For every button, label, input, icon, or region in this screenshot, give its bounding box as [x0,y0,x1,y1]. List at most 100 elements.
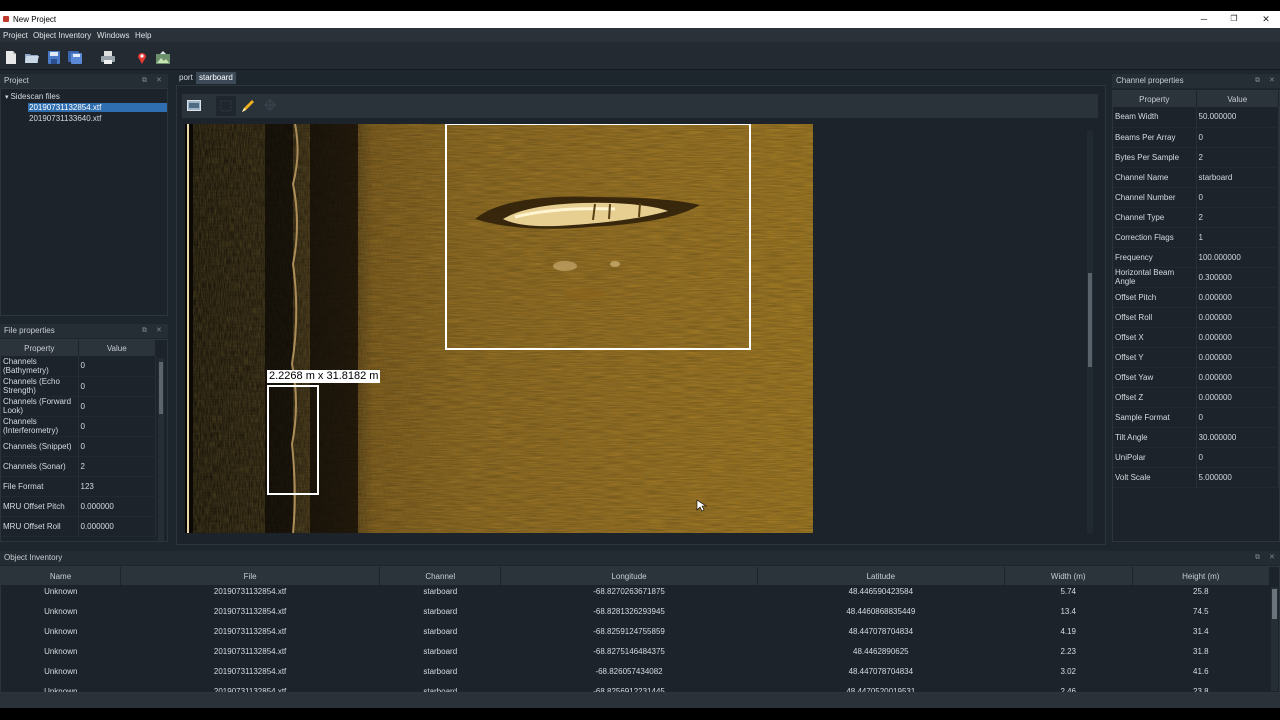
table-cell: starboard [423,687,458,693]
property-row[interactable]: Channels (Interferometry) 0 [1,416,156,437]
property-row[interactable]: Channel Type 2 [1113,207,1279,228]
property-value: 0 [1196,127,1279,148]
property-row[interactable]: Frequency 100.000000 [1113,247,1279,268]
tab-starboard[interactable]: starboard [196,72,236,84]
table-cell: Unknown [44,667,78,676]
column-header[interactable]: Name [1,567,121,585]
property-value: 30.000000 [1196,427,1279,448]
column-header-value[interactable]: Value [78,340,156,356]
property-row[interactable]: Tilt Angle 30.000000 [1113,427,1279,448]
property-row[interactable]: Channels (Bathymetry) 0 [1,356,156,377]
column-header-property[interactable]: Property [1113,91,1197,107]
property-name: Sample Format [1113,407,1197,428]
property-name: Channels (Sonar) [1,456,79,477]
property-row[interactable]: Channel Number 0 [1113,187,1279,208]
table-row[interactable]: Unknown 20190731132854.xtf starboard -68.82… [1,685,1270,693]
viewer-scrollbar[interactable] [1087,131,1093,533]
property-row[interactable]: Volt Scale 5.000000 [1113,467,1279,488]
property-value: 0 [1196,447,1279,468]
close-button[interactable]: ✕ [1259,13,1273,25]
menu-windows[interactable]: Windows [97,31,129,40]
close-icon[interactable]: ✕ [156,324,162,338]
new-file-icon[interactable] [4,51,18,64]
property-row[interactable]: Channels (Echo Strength) 0 [1,376,156,397]
move-crosshair-icon[interactable] [264,99,276,111]
project-tree: ▾ Sidescan files 20190731132854.xtf 2019… [0,88,168,316]
column-header-property[interactable]: Property [1,340,79,356]
column-header[interactable]: File [120,567,381,585]
table-cell: 25.8 [1193,587,1209,596]
column-header[interactable]: Latitude [757,567,1005,585]
close-icon[interactable]: ✕ [156,74,162,88]
close-icon[interactable]: ✕ [1269,74,1275,88]
tree-node-sidescan-files[interactable]: ▾ Sidescan files [5,92,60,101]
property-row[interactable]: Offset Roll 0.000000 [1113,307,1279,328]
print-icon[interactable] [101,51,115,64]
property-row[interactable]: Beam Width 50.000000 [1113,107,1279,128]
float-icon[interactable]: ⧉ [1255,551,1260,565]
property-row[interactable]: MRU Offset Pitch 0.000000 [1,496,156,517]
property-row[interactable]: Correction Flags 1 [1113,227,1279,248]
float-icon[interactable]: ⧉ [142,74,147,88]
table-cell: starboard [423,587,458,596]
column-header-value[interactable]: Value [1196,91,1279,107]
table-cell: 20190731132854.xtf [213,607,287,616]
object-inventory-title: Object Inventory ⧉ ✕ [0,551,1280,565]
menu-object-inventory[interactable]: Object Inventory [33,31,91,40]
property-row[interactable]: Offset Pitch 0.000000 [1113,287,1279,308]
property-value: 0 [1196,407,1279,428]
property-name: Volt Scale [1113,467,1197,488]
tree-file-2[interactable]: 20190731133640.xtf [29,114,101,123]
property-row[interactable]: Channels (Forward Look) 0 [1,396,156,417]
menu-project[interactable]: Project [3,31,28,40]
save-icon[interactable] [47,51,61,64]
tab-port[interactable]: port [176,72,196,84]
property-row[interactable]: Offset X 0.000000 [1113,327,1279,348]
table-row[interactable]: Unknown 20190731132854.xtf starboard -68.82… [1,585,1270,605]
property-row[interactable]: Offset Z 0.000000 [1113,387,1279,408]
property-row[interactable]: Channel Name starboard [1113,167,1279,188]
property-row[interactable]: Channels (Sonar) 2 [1,456,156,477]
column-header[interactable]: Width (m) [1004,567,1133,585]
menu-help[interactable]: Help [135,31,151,40]
tree-file-1[interactable]: 20190731132854.xtf [28,103,167,112]
property-row[interactable]: UniPolar 0 [1113,447,1279,468]
property-row[interactable]: Horizontal Beam Angle 0.300000 [1113,267,1279,288]
column-header[interactable]: Height (m) [1132,567,1271,585]
property-row[interactable]: Offset Yaw 0.000000 [1113,367,1279,388]
property-row[interactable]: Bytes Per Sample 2 [1113,147,1279,168]
table-row[interactable]: Unknown 20190731132854.xtf starboard -68.82… [1,625,1270,645]
float-icon[interactable]: ⧉ [142,324,147,338]
save-all-icon[interactable] [68,51,82,64]
table-cell: 74.5 [1193,607,1209,616]
table-row[interactable]: Unknown 20190731132854.xtf starboard -68.82… [1,665,1270,685]
column-header[interactable]: Channel [379,567,502,585]
float-icon[interactable]: ⧉ [1255,74,1260,88]
column-header[interactable]: Longitude [500,567,758,585]
minimize-button[interactable]: ─ [1197,13,1211,25]
sidescan-sonar-image[interactable]: 2.2268 m x 31.8182 m [185,124,813,533]
ruler-pencil-icon[interactable] [240,98,256,114]
property-row[interactable]: Beams Per Array 0 [1113,127,1279,148]
image-view-icon[interactable] [187,100,201,111]
close-icon[interactable]: ✕ [1269,551,1275,565]
scrollbar[interactable] [158,358,164,541]
property-row[interactable]: Offset Y 0.000000 [1113,347,1279,368]
select-rectangle-icon[interactable] [216,96,236,116]
table-cell: -68.8270263671875 [593,587,665,596]
open-folder-icon[interactable] [25,51,39,64]
property-row[interactable]: Sample Format 0 [1113,407,1279,428]
table-row[interactable]: Unknown 20190731132854.xtf starboard -68.82… [1,645,1270,665]
table-row[interactable]: Unknown 20190731132854.xtf starboard -68.82… [1,605,1270,625]
image-export-icon[interactable] [156,51,170,64]
maximize-button[interactable]: ❐ [1227,13,1241,25]
property-name: MRU Offset Pitch [1,496,79,517]
property-name: Channels (Snippet) [1,436,79,457]
property-row[interactable]: MRU Offset Roll 0.000000 [1,516,156,537]
table-cell: 5.74 [1060,587,1077,596]
property-row[interactable]: File Format 123 [1,476,156,497]
location-pin-icon[interactable] [135,51,149,64]
property-value: 0.300000 [1196,267,1279,288]
property-row[interactable]: Channels (Snippet) 0 [1,436,156,457]
inventory-scrollbar[interactable] [1271,587,1278,691]
